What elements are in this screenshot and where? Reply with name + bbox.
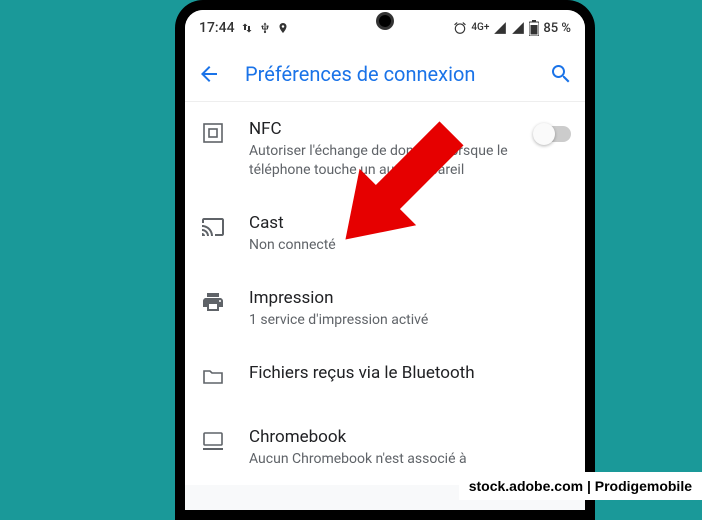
- phone-frame: 17:44 4G+: [175, 0, 595, 520]
- signal-icon-1: [493, 21, 507, 35]
- network-type: 4G+: [471, 23, 489, 33]
- settings-list: NFC Autoriser l'échange de données lorsq…: [185, 102, 585, 485]
- location-icon: [277, 22, 289, 34]
- chromebook-icon: [199, 426, 227, 453]
- setting-subtitle: Aucun Chromebook n'est associé à: [249, 450, 571, 469]
- print-icon: [199, 287, 227, 314]
- page-title: Préférences de connexion: [245, 62, 525, 86]
- image-credit: stock.adobe.com | Prodigemobile: [459, 472, 702, 500]
- setting-title: Chromebook: [249, 426, 571, 448]
- usb-icon: [259, 22, 271, 34]
- signal-icon-2: [511, 21, 525, 35]
- setting-cast[interactable]: Cast Non connecté: [185, 196, 585, 271]
- setting-subtitle: 1 service d'impression activé: [249, 311, 571, 330]
- data-transfer-icon: [241, 22, 253, 34]
- nfc-icon: [199, 118, 227, 145]
- setting-bluetooth-files[interactable]: Fichiers reçus via le Bluetooth: [185, 346, 585, 410]
- setting-print[interactable]: Impression 1 service d'impression activé: [185, 271, 585, 346]
- front-camera: [376, 12, 394, 30]
- setting-title: NFC: [249, 118, 513, 140]
- alarm-icon: [453, 21, 467, 35]
- setting-subtitle: Autoriser l'échange de données lorsque l…: [249, 142, 513, 180]
- search-icon[interactable]: [549, 62, 573, 86]
- folder-icon: [199, 362, 227, 389]
- cast-icon: [199, 212, 227, 239]
- setting-nfc[interactable]: NFC Autoriser l'échange de données lorsq…: [185, 102, 585, 196]
- screen: 17:44 4G+: [185, 10, 585, 510]
- nfc-toggle[interactable]: [535, 126, 571, 142]
- battery-icon: [529, 20, 539, 36]
- app-bar: Préférences de connexion: [185, 46, 585, 102]
- back-icon[interactable]: [197, 62, 221, 86]
- setting-title: Impression: [249, 287, 571, 309]
- setting-subtitle: Non connecté: [249, 236, 571, 255]
- setting-title: Fichiers reçus via le Bluetooth: [249, 362, 571, 384]
- setting-title: Cast: [249, 212, 571, 234]
- status-time: 17:44: [199, 20, 235, 36]
- battery-text: 85 %: [543, 21, 571, 36]
